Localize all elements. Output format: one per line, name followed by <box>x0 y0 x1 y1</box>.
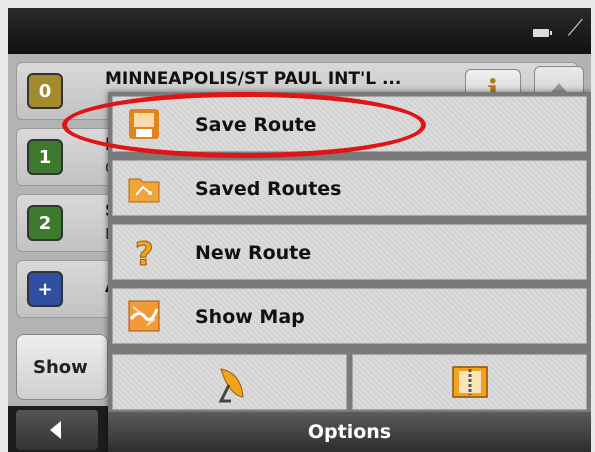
map-icon <box>128 300 160 332</box>
back-button[interactable] <box>16 410 98 450</box>
address-book-button[interactable] <box>352 354 587 410</box>
menu-item-show-map[interactable]: Show Map <box>112 288 587 344</box>
question-mark-icon: ? <box>135 235 155 269</box>
route-index-badge: 1 <box>27 139 63 175</box>
highlight-ellipse <box>62 92 426 158</box>
menu-item-saved-routes[interactable]: Saved Routes <box>112 160 587 216</box>
menu-item-new-route[interactable]: ? New Route <box>112 224 587 280</box>
show-button[interactable]: Show <box>16 334 108 400</box>
add-route-badge: + <box>27 271 63 307</box>
satellite-dish-icon <box>218 368 244 403</box>
status-bar: ⟋ <box>8 8 591 54</box>
menu-item-label: New Route <box>195 242 312 264</box>
route-index-badge: 0 <box>27 73 63 109</box>
menu-item-label: Saved Routes <box>195 178 342 200</box>
device-screen: ⟋ 0 MINNEAPOLIS/ST PAUL INT'L ... i 1 D … <box>8 8 591 452</box>
saved-routes-folder-icon <box>128 178 160 203</box>
gps-signal-icon: ⟋ <box>567 16 583 41</box>
battery-icon <box>533 29 552 37</box>
svg-text:?: ? <box>135 235 154 269</box>
route-index-badge: 2 <box>27 205 63 241</box>
address-book-icon <box>452 366 488 398</box>
options-title-bar: Options <box>108 412 591 452</box>
gps-button[interactable] <box>112 354 347 410</box>
route-title: MINNEAPOLIS/ST PAUL INT'L ... <box>105 69 402 89</box>
menu-item-label: Show Map <box>195 306 305 328</box>
